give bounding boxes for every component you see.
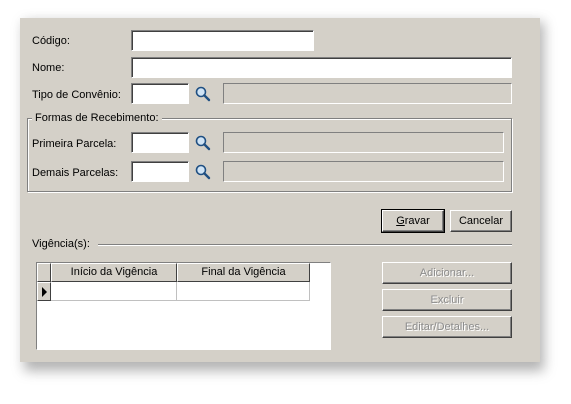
primeira-parcela-label: Primeira Parcela: <box>32 138 117 150</box>
cancelar-button[interactable]: Cancelar <box>450 210 512 232</box>
gravar-label: ravar <box>404 215 430 227</box>
tipo-convenio-description <box>223 83 512 104</box>
excluir-button[interactable]: Excluir <box>382 289 512 311</box>
convenio-dialog: Código: Nome: Tipo de Convênio: Formas d… <box>20 18 540 362</box>
primeira-parcela-input[interactable] <box>131 132 189 153</box>
tipo-convenio-search-icon[interactable] <box>194 85 212 103</box>
demais-parcelas-description <box>223 161 504 182</box>
grid-header-inicio[interactable]: Início da Vigência <box>51 263 177 282</box>
nome-label: Nome: <box>32 62 65 74</box>
current-row-arrow-icon <box>42 287 47 297</box>
demais-parcelas-input[interactable] <box>131 161 189 182</box>
gravar-button[interactable]: Gravar <box>381 209 445 233</box>
demais-parcelas-label: Demais Parcelas: <box>32 167 119 179</box>
vigencias-separator <box>98 244 512 246</box>
adicionar-button[interactable]: Adicionar... <box>382 262 512 284</box>
grid-header-final[interactable]: Final da Vigência <box>177 263 310 282</box>
primeira-parcela-search-icon[interactable] <box>194 134 212 152</box>
grid-corner <box>37 263 51 282</box>
gravar-accelerator: G <box>396 215 405 227</box>
nome-input[interactable] <box>131 57 512 78</box>
vigencias-grid[interactable]: Início da Vigência Final da Vigência <box>36 262 331 350</box>
grid-cell-final[interactable] <box>177 282 310 301</box>
tipo-convenio-input[interactable] <box>131 83 189 104</box>
grid-row-indicator <box>37 282 51 301</box>
tipo-convenio-label: Tipo de Convênio: <box>32 89 121 101</box>
primeira-parcela-description <box>223 132 504 153</box>
codigo-label: Código: <box>32 35 70 47</box>
formas-recebimento-title: Formas de Recebimento: <box>32 112 162 124</box>
editar-detalhes-button[interactable]: Editar/Detalhes... <box>382 316 512 338</box>
vigencias-title: Vigência(s): <box>32 238 90 250</box>
demais-parcelas-search-icon[interactable] <box>194 163 212 181</box>
codigo-input[interactable] <box>131 30 314 51</box>
grid-cell-inicio[interactable] <box>51 282 177 301</box>
